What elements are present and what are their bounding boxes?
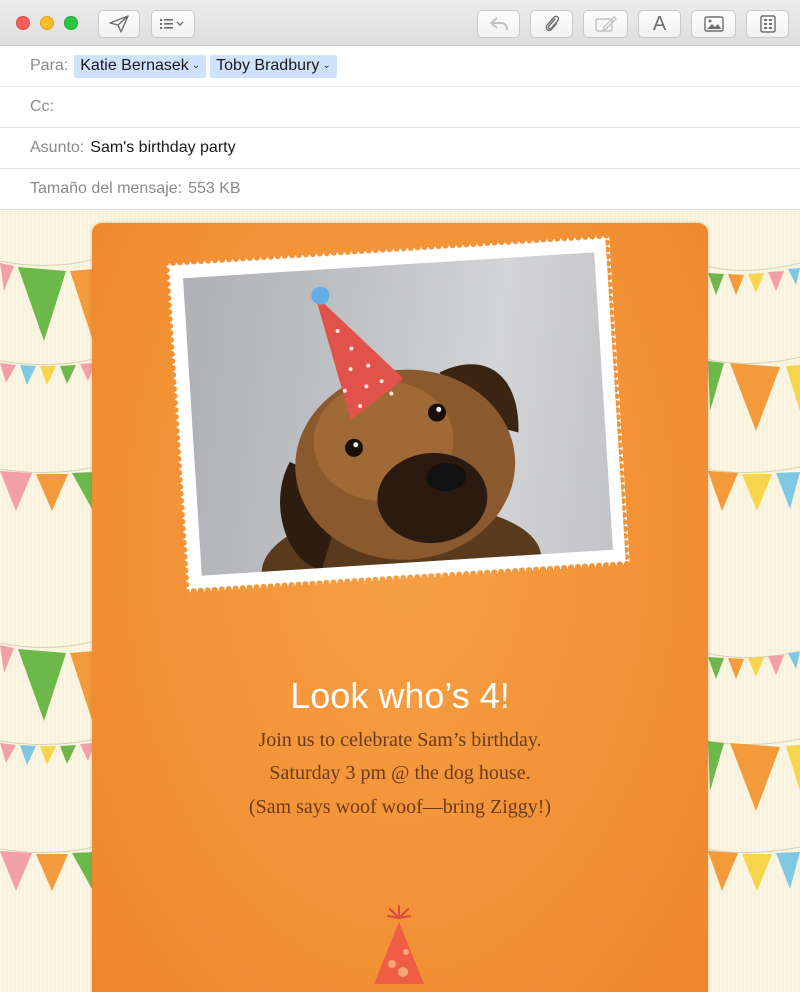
invitation-line[interactable]: (Sam says woof woof—bring Ziggy!) <box>92 796 708 819</box>
recipient-token[interactable]: Katie Bernasek ⌄ <box>74 54 207 78</box>
subject-value[interactable]: Sam's birthday party <box>90 139 235 157</box>
attach-button[interactable] <box>530 10 573 38</box>
send-icon <box>109 15 129 33</box>
photo-frame-inner <box>170 239 626 589</box>
subject-field[interactable]: Asunto: Sam's birthday party <box>0 128 800 169</box>
dog-illustration <box>261 286 542 576</box>
party-hat-icon <box>370 904 428 992</box>
format-icon: A <box>652 13 667 35</box>
message-size-row: Tamaño del mensaje: 553 KB <box>0 169 800 210</box>
photo-browser-icon <box>703 16 724 32</box>
invitation-line[interactable]: Join us to celebrate Sam’s birthday. <box>92 729 708 752</box>
invitation-headline[interactable]: Look who’s 4! <box>92 675 708 717</box>
to-field[interactable]: Para: Katie Bernasek ⌄ Toby Bradbury ⌄ <box>0 46 800 87</box>
cc-label: Cc: <box>30 98 54 115</box>
to-label: Para: <box>30 57 69 74</box>
invitation-line[interactable]: Saturday 3 pm @ the dog house. <box>92 762 708 785</box>
header-fields-icon <box>159 17 187 31</box>
reply-icon <box>489 16 509 32</box>
stationery-button[interactable] <box>746 10 789 38</box>
minimize-window-button[interactable] <box>40 16 54 30</box>
markup-icon <box>594 16 617 32</box>
send-button[interactable] <box>98 10 140 38</box>
dog-photo[interactable] <box>183 252 613 576</box>
header-fields-button[interactable] <box>151 10 195 38</box>
stationery-icon <box>759 15 776 33</box>
recipient-token[interactable]: Toby Bradbury ⌄ <box>210 54 337 78</box>
subject-label: Asunto: <box>30 139 85 156</box>
markup-button[interactable] <box>583 10 628 38</box>
chevron-down-icon: ⌄ <box>191 60 201 71</box>
recipient-name: Toby Bradbury <box>216 56 320 74</box>
window-toolbar: A <box>0 0 800 46</box>
close-window-button[interactable] <box>16 16 30 30</box>
reply-button[interactable] <box>477 10 520 38</box>
message-size-label: Tamaño del mensaje: <box>30 180 183 197</box>
attachment-icon <box>543 14 561 34</box>
zoom-window-button[interactable] <box>64 16 78 30</box>
recipient-name: Katie Bernasek <box>80 56 189 74</box>
message-size-value: 553 KB <box>188 180 241 197</box>
format-button[interactable]: A <box>638 10 681 38</box>
cc-field[interactable]: Cc: <box>0 87 800 128</box>
photo-browser-button[interactable] <box>691 10 736 38</box>
chevron-down-icon: ⌄ <box>322 60 331 71</box>
